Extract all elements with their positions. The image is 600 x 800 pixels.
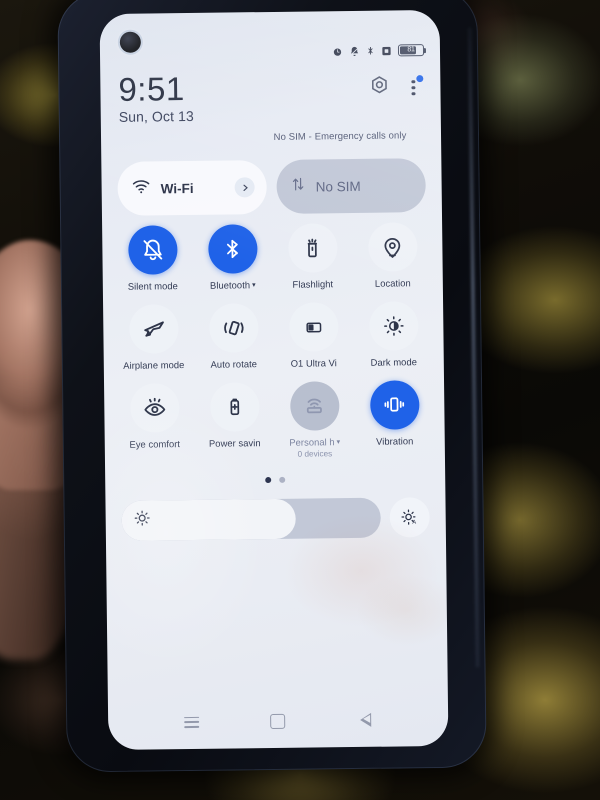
tile-label: Dark mode [370, 356, 418, 369]
tile-o1-ultra-vi[interactable]: O1 Ultra Vi [273, 302, 354, 369]
svg-text:A: A [412, 520, 416, 526]
tile-label: Power savin [208, 436, 261, 449]
location-pin-icon[interactable] [367, 222, 418, 272]
tile-label: Personal h ▾ [289, 436, 341, 448]
tile-label: Silent mode [127, 280, 178, 292]
quick-settings-header: 9:51 Sun, Oct 13 [118, 68, 424, 125]
brightness-slider[interactable] [121, 497, 381, 541]
tile-sublabel: 0 devices [297, 449, 333, 459]
ultra-vision-icon[interactable] [288, 302, 339, 353]
page-dot[interactable] [265, 477, 272, 484]
status-bar: 81 [100, 40, 440, 64]
tile-label: Airplane mode [123, 359, 185, 372]
clock-time: 9:51 [118, 70, 185, 108]
sdcard-icon [381, 45, 392, 56]
wifi-label: Wi-Fi [160, 180, 194, 196]
tile-label: Eye comfort [129, 437, 181, 450]
home-square-icon[interactable] [265, 708, 291, 734]
alarm-icon [332, 46, 343, 57]
phone-device: 81 9:51 Sun, Oct 13 No SIM - Emergency c… [57, 0, 487, 773]
battery-percent-label: 81 [407, 46, 415, 54]
battery-saver-icon[interactable] [209, 381, 260, 432]
wifi-icon [132, 178, 151, 199]
tile-vibration[interactable]: Vibration [354, 379, 435, 458]
bezel-highlight [467, 27, 480, 668]
page-dot[interactable] [279, 476, 286, 483]
dark-mode-icon[interactable] [368, 301, 419, 352]
eye-comfort-icon[interactable] [129, 382, 180, 433]
wifi-tile[interactable]: Wi-Fi [117, 160, 267, 216]
vibration-icon[interactable] [369, 379, 420, 430]
chevron-down-icon[interactable]: ▾ [250, 282, 256, 289]
tile-label: Location [374, 277, 411, 289]
tile-label: Flashlight [292, 278, 334, 290]
tile-label: O1 Ultra Vi [290, 357, 337, 370]
bluetooth-icon [366, 45, 375, 57]
tile-location[interactable]: Location [352, 222, 433, 290]
tile-power-savin[interactable]: Power savin [194, 381, 275, 460]
photograph-of-phone: 81 9:51 Sun, Oct 13 No SIM - Emergency c… [0, 0, 600, 800]
airplane-icon[interactable] [128, 304, 179, 355]
auto-rotate-icon[interactable] [208, 303, 259, 354]
tile-bluetooth[interactable]: Bluetooth ▾ [192, 224, 273, 292]
clock-date: Sun, Oct 13 [118, 107, 194, 125]
data-transfer-icon [291, 176, 306, 198]
battery-indicator: 81 [397, 44, 425, 57]
tile-eye-comfort[interactable]: Eye comfort [114, 382, 195, 461]
three-dot-menu-icon[interactable] [404, 74, 424, 99]
tile-silent-mode[interactable]: Silent mode [112, 225, 193, 293]
system-navigation-bar [108, 706, 448, 736]
notification-muted-icon [349, 45, 360, 56]
connectivity-row: Wi-Fi No SIM [117, 158, 426, 216]
chevron-right-icon[interactable] [234, 177, 255, 198]
chevron-down-icon[interactable]: ▾ [335, 439, 341, 446]
phone-screen: 81 9:51 Sun, Oct 13 No SIM - Emergency c… [99, 9, 449, 751]
tile-personal-h[interactable]: Personal h ▾ 0 devices [274, 380, 355, 459]
tile-auto-rotate[interactable]: Auto rotate [193, 303, 274, 370]
brightness-row: A [121, 497, 430, 541]
page-indicator[interactable] [105, 475, 445, 485]
tile-airplane-mode[interactable]: Airplane mode [113, 304, 194, 371]
gear-icon[interactable] [368, 75, 390, 102]
carrier-status-text: No SIM - Emergency calls only [273, 130, 407, 143]
tile-label: Vibration [376, 435, 414, 447]
brightness-icon [134, 509, 151, 531]
recents-menu-icon[interactable] [178, 709, 204, 735]
quick-toggle-grid: Silent mode Bluetooth ▾ Flashlight Location… [112, 222, 435, 461]
bluetooth-icon[interactable] [207, 224, 258, 274]
tile-flashlight[interactable]: Flashlight [272, 223, 353, 291]
tile-dark-mode[interactable]: Dark mode [353, 301, 434, 368]
auto-brightness-button[interactable]: A [389, 497, 430, 538]
bell-off-icon[interactable] [127, 225, 178, 275]
hotspot-icon[interactable] [289, 380, 340, 431]
tile-label: Auto rotate [210, 358, 258, 371]
flashlight-icon[interactable] [287, 223, 338, 273]
sim-tile[interactable]: No SIM [276, 158, 426, 214]
sim-label: No SIM [315, 178, 361, 194]
tile-label: Bluetooth ▾ [209, 279, 256, 291]
back-triangle-icon[interactable] [352, 707, 378, 733]
menu-notification-badge [416, 74, 424, 82]
